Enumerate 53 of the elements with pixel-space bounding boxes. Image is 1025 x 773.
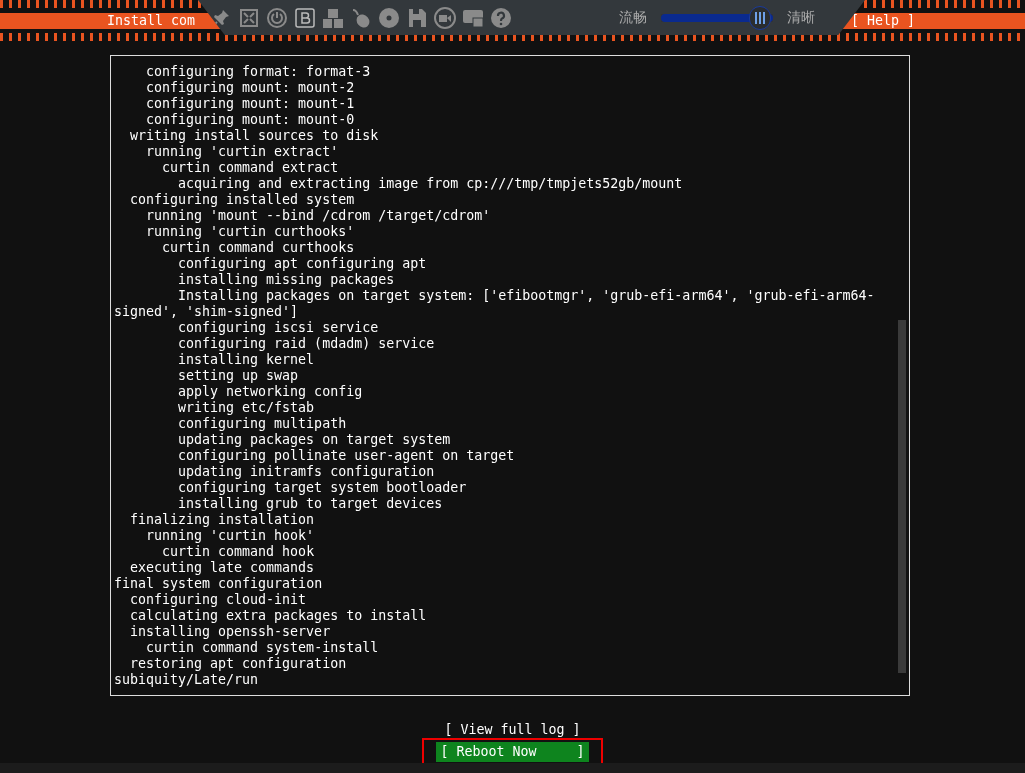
log-line: final system configuration: [114, 576, 324, 592]
help-icon[interactable]: [490, 6, 512, 29]
key-b-icon[interactable]: [294, 6, 316, 29]
log-line: configuring target system bootloader: [177, 480, 468, 496]
log-line: finalizing installation: [129, 512, 316, 528]
log-line: installing missing packages: [177, 272, 396, 288]
log-line: configuring iscsi service: [177, 320, 380, 336]
log-line: configuring apt configuring apt: [177, 256, 428, 272]
screen-title: Install com: [107, 13, 196, 29]
log-line: configuring mount: mount-0: [145, 112, 356, 128]
help-button[interactable]: [ Help ]: [850, 13, 915, 29]
log-line: installing grub to target devices: [177, 496, 444, 512]
log-line: calculating extra packages to install: [129, 608, 428, 624]
log-line: writing install sources to disk: [129, 128, 380, 144]
keys-icon[interactable]: [322, 6, 344, 29]
slider-thumb[interactable]: [749, 5, 771, 30]
log-line: installing openssh-server: [129, 624, 332, 640]
log-line: running 'curtin extract': [145, 144, 340, 160]
reboot-button[interactable]: [ Reboot Now ]: [436, 741, 589, 762]
log-line: acquiring and extracting image from cp:///tmp/tmpjets52gb/mount: [177, 176, 684, 192]
log-line: setting up swap: [177, 368, 300, 384]
fullscreen-icon[interactable]: [238, 6, 260, 29]
mouse-icon[interactable]: [350, 6, 372, 29]
log-line: restoring apt configuration: [129, 656, 348, 672]
log-line: apply networking config: [177, 384, 364, 400]
log-line: curtin command extract: [161, 160, 340, 176]
log-line: subiquity/Late/run: [114, 672, 260, 688]
slider-label: 清晰: [787, 8, 815, 27]
log-line: configuring format: format-3: [145, 64, 372, 80]
log-line: updating packages on target system: [177, 432, 452, 448]
log-line: writing etc/fstab: [177, 400, 316, 416]
log-line: configuring mount: mount-1: [145, 96, 356, 112]
log-line: configuring pollinate user-agent on target: [177, 448, 516, 464]
log-line: configuring cloud-init: [129, 592, 308, 608]
slider-label: 流畅: [619, 8, 647, 27]
log-line: running 'curtin curthooks': [145, 224, 356, 240]
log-line: curtin command system-install: [145, 640, 380, 656]
log-line: curtin command hook: [161, 544, 316, 560]
disc-icon[interactable]: [378, 6, 400, 29]
floppy-icon[interactable]: [406, 6, 428, 29]
log-line: curtin command curthooks: [161, 240, 356, 256]
camera-icon[interactable]: [434, 6, 456, 29]
log-line: configuring raid (mdadm) service: [177, 336, 436, 352]
log-line: configuring multipath: [177, 416, 348, 432]
log-line: configuring mount: mount-2: [145, 80, 356, 96]
log-line: configuring installed system: [129, 192, 356, 208]
log-line: executing late commands: [129, 560, 316, 576]
log-line: running 'mount --bind /cdrom /target/cdrom': [145, 208, 492, 224]
log-line: installing kernel: [177, 352, 316, 368]
log-button[interactable]: [ View full log ]: [440, 720, 585, 740]
log-line: running 'curtin hook': [145, 528, 316, 544]
power-icon[interactable]: [266, 6, 288, 29]
log-line: updating initramfs configuration: [177, 464, 436, 480]
